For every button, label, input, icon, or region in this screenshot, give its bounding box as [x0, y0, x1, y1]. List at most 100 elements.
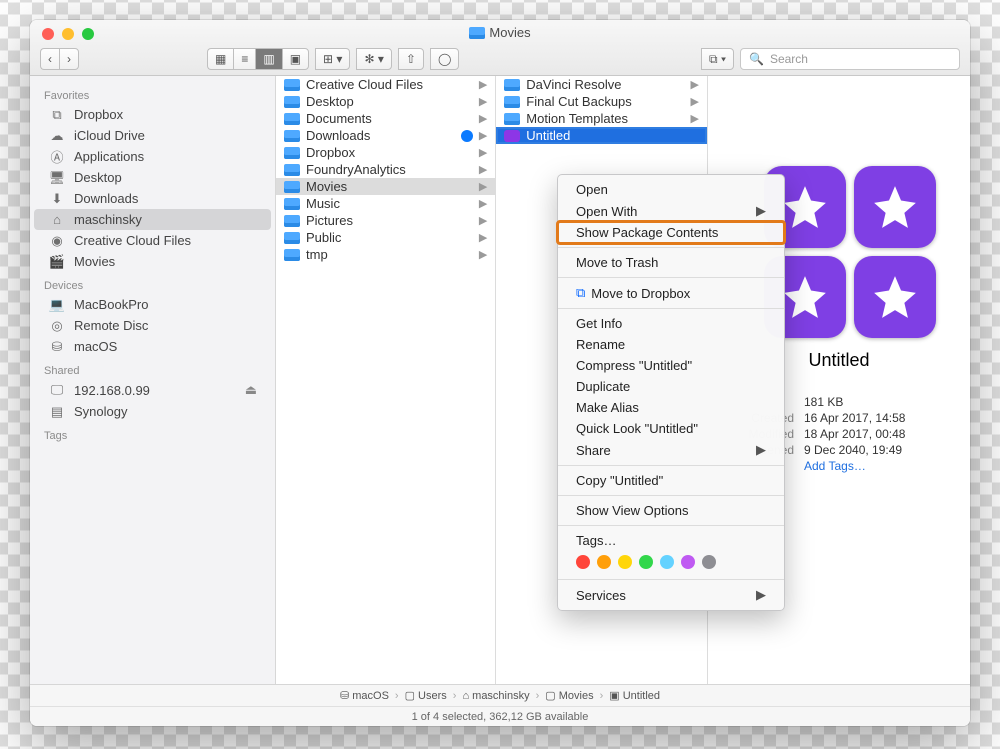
tag-color-dot[interactable]: [597, 555, 611, 569]
file-row[interactable]: Downloads▶: [276, 127, 495, 144]
meta-value: 181 KB: [804, 395, 954, 409]
sidebar-item-label: macOS: [74, 339, 117, 354]
sidebar-item[interactable]: ⛁macOS: [34, 336, 271, 357]
tag-color-dot[interactable]: [618, 555, 632, 569]
folder-icon: [469, 27, 485, 39]
menu-item[interactable]: Tags…: [558, 530, 784, 551]
tag-color-dot[interactable]: [576, 555, 590, 569]
path-bar: ⛁ macOS›▢ Users›⌂ maschinsky›▢ Movies›▣ …: [30, 684, 970, 706]
path-segment[interactable]: ▢ Users: [405, 689, 447, 702]
file-row[interactable]: Documents▶: [276, 110, 495, 127]
file-row[interactable]: Creative Cloud Files▶: [276, 76, 495, 93]
folder-icon: [284, 79, 300, 91]
sidebar-section-header: Devices: [30, 272, 275, 294]
menu-item[interactable]: Open: [558, 179, 784, 200]
add-tags-link[interactable]: Add Tags…: [804, 459, 954, 473]
column-1: Creative Cloud Files▶Desktop▶Documents▶D…: [276, 76, 496, 684]
folder-icon: [284, 181, 300, 193]
search-placeholder: Search: [770, 52, 808, 66]
file-row[interactable]: FoundryAnalytics▶: [276, 161, 495, 178]
menu-item-label: Show Package Contents: [576, 225, 718, 240]
sidebar-item[interactable]: 💻MacBookPro: [34, 294, 271, 315]
menu-item[interactable]: Show View Options: [558, 500, 784, 521]
menu-item[interactable]: Duplicate: [558, 376, 784, 397]
view-switcher: ▦ ≡ ▥ ▣: [207, 48, 309, 70]
sidebar-item[interactable]: 🖵192.168.0.99⏏: [34, 379, 271, 401]
tag-color-dot[interactable]: [639, 555, 653, 569]
sidebar-item[interactable]: ⬇Downloads: [34, 188, 271, 209]
file-row[interactable]: DaVinci Resolve▶: [496, 76, 707, 93]
file-row[interactable]: Final Cut Backups▶: [496, 93, 707, 110]
path-segment[interactable]: ⌂ maschinsky: [462, 690, 529, 702]
path-segment[interactable]: ▣ Untitled: [609, 689, 660, 702]
icon-view-button[interactable]: ▦: [207, 48, 233, 70]
sidebar-section-header: Tags: [30, 422, 275, 444]
chevron-right-icon: ▶: [479, 163, 487, 176]
menu-item-label: Show View Options: [576, 503, 689, 518]
chevron-right-icon: ▶: [756, 203, 766, 219]
action-button[interactable]: ✻ ▾: [356, 48, 391, 70]
tag-color-dot[interactable]: [660, 555, 674, 569]
back-button[interactable]: ‹: [40, 48, 59, 70]
file-label: Creative Cloud Files: [306, 77, 423, 92]
menu-item-label: Duplicate: [576, 379, 630, 394]
share-button[interactable]: ⇧: [398, 48, 424, 70]
file-row[interactable]: Movies▶: [276, 178, 495, 195]
menu-item[interactable]: Make Alias: [558, 397, 784, 418]
menu-item-label: Make Alias: [576, 400, 639, 415]
arrange-button[interactable]: ⊞ ▾: [315, 48, 350, 70]
menu-item[interactable]: Services▶: [558, 584, 784, 606]
sidebar-section-header: Favorites: [30, 82, 275, 104]
file-row[interactable]: Public▶: [276, 229, 495, 246]
tags-button[interactable]: ◯: [430, 48, 459, 70]
menu-item[interactable]: Move to Trash: [558, 252, 784, 273]
chevron-right-icon: ▶: [756, 442, 766, 458]
path-segment[interactable]: ⛁ macOS: [340, 689, 389, 702]
menu-item[interactable]: Open With▶: [558, 200, 784, 222]
forward-button[interactable]: ›: [59, 48, 79, 70]
menu-item[interactable]: Copy "Untitled": [558, 470, 784, 491]
sidebar-item-icon: ◉: [48, 234, 66, 248]
sidebar-item[interactable]: 🎬Movies: [34, 251, 271, 272]
sidebar-item[interactable]: ◉Creative Cloud Files: [34, 230, 271, 251]
tag-color-dot[interactable]: [702, 555, 716, 569]
sidebar-item[interactable]: ◎Remote Disc: [34, 315, 271, 336]
menu-item[interactable]: Quick Look "Untitled": [558, 418, 784, 439]
file-row[interactable]: Desktop▶: [276, 93, 495, 110]
file-row[interactable]: Pictures▶: [276, 212, 495, 229]
menu-item[interactable]: Get Info: [558, 313, 784, 334]
file-row[interactable]: Dropbox▶: [276, 144, 495, 161]
eject-icon[interactable]: ⏏: [245, 382, 257, 398]
tag-color-dot[interactable]: [681, 555, 695, 569]
list-view-button[interactable]: ≡: [233, 48, 255, 70]
sidebar-item[interactable]: ⧉Dropbox: [34, 104, 271, 125]
sidebar-item-label: Downloads: [74, 191, 138, 206]
gallery-view-button[interactable]: ▣: [282, 48, 309, 70]
file-label: Pictures: [306, 213, 353, 228]
menu-item[interactable]: Rename: [558, 334, 784, 355]
menu-item[interactable]: ⧉Move to Dropbox: [558, 282, 784, 304]
file-row[interactable]: Untitled: [496, 127, 707, 144]
search-field[interactable]: 🔍 Search: [740, 48, 960, 70]
sidebar-item[interactable]: 🖥Desktop: [34, 167, 271, 188]
menu-item[interactable]: Show Package Contents: [558, 222, 784, 243]
path-segment[interactable]: ▢ Movies: [545, 689, 593, 702]
status-bar: 1 of 4 selected, 362,12 GB available: [30, 706, 970, 726]
menu-item[interactable]: Share▶: [558, 439, 784, 461]
folder-icon: [504, 79, 520, 91]
sidebar-item[interactable]: ⌂maschinsky: [34, 209, 271, 230]
file-label: Movies: [306, 179, 347, 194]
menu-item[interactable]: Compress "Untitled": [558, 355, 784, 376]
sidebar-item[interactable]: ⒶApplications: [34, 146, 271, 167]
file-row[interactable]: Music▶: [276, 195, 495, 212]
sidebar-item-label: iCloud Drive: [74, 128, 145, 143]
nav-buttons: ‹ ›: [40, 48, 79, 70]
column-view-button[interactable]: ▥: [255, 48, 281, 70]
dropbox-button[interactable]: ⧉ ▾: [701, 48, 734, 70]
sidebar-item[interactable]: ▤Synology: [34, 401, 271, 422]
file-row[interactable]: tmp▶: [276, 246, 495, 263]
context-menu: OpenOpen With▶ Show Package Contents Move …: [557, 174, 785, 611]
file-row[interactable]: Motion Templates▶: [496, 110, 707, 127]
folder-icon: [504, 96, 520, 108]
sidebar-item[interactable]: ☁iCloud Drive: [34, 125, 271, 146]
